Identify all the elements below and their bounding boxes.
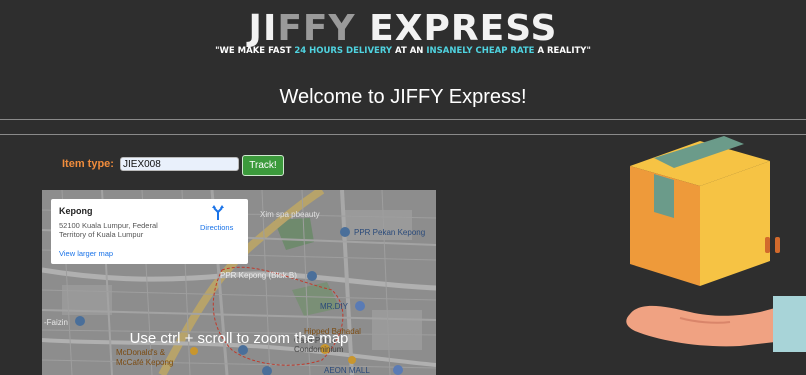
hand-icon <box>626 296 806 352</box>
directions-link[interactable]: Directions <box>200 223 233 232</box>
item-type-label: Item type: <box>62 158 114 170</box>
divider-bottom <box>0 134 806 135</box>
track-button[interactable]: Track! <box>242 155 284 176</box>
map-label-ppr-pekan: PPR Pekan Kepong <box>354 228 426 237</box>
page-title: Welcome to JIFFY Express! <box>279 86 527 108</box>
logo-part-3: EXPRESS <box>355 8 558 49</box>
package-box-icon <box>630 136 780 286</box>
view-larger-map-link[interactable]: View larger map <box>59 249 113 258</box>
divider-top <box>0 119 806 120</box>
place-address: 52100 Kuala Lumpur, Federal Territory of… <box>59 221 158 239</box>
brand-logo: JIFFY EXPRESS <box>0 8 806 49</box>
map-label-aeon: AEON MALL <box>324 366 370 375</box>
map-label-mcd-1: McDonald's & <box>116 348 166 357</box>
map-zoom-hint: Use ctrl + scroll to zoom the map <box>129 330 349 347</box>
place-name: Kepong <box>59 206 93 216</box>
logo-part-1: JI <box>248 8 278 49</box>
map-label-faizin: -Faizin <box>44 318 69 327</box>
map-info-card: Kepong 52100 Kuala Lumpur, Federal Terri… <box>51 199 248 264</box>
package-delivery-illustration <box>626 136 806 352</box>
logo-part-2: FFY <box>277 8 356 49</box>
tagline-part-1: "WE MAKE FAST <box>215 46 295 56</box>
map-label-spa: Xim spa pbeauty <box>260 210 320 219</box>
tagline-part-2: AT AN <box>392 46 427 56</box>
tagline-highlight-1: 24 HOURS DELIVERY <box>294 46 393 56</box>
tagline: "WE MAKE FAST 24 HOURS DELIVERY AT AN IN… <box>0 46 806 56</box>
map-label-ppr-blok: PPR Kepong (Blok B) <box>220 271 297 280</box>
map-label-mrdiy: MR.DIY <box>320 302 348 311</box>
tracking-number-input[interactable] <box>120 157 239 171</box>
directions-icon[interactable] <box>210 205 226 221</box>
tagline-highlight-2: INSANELY CHEAP RATE <box>426 46 535 56</box>
embedded-map[interactable]: Xim spa pbeauty PPR Pekan Kepong PPR Kep… <box>42 190 436 375</box>
map-label-mcd-2: McCafé Kepong <box>116 358 174 367</box>
tagline-part-3: A REALITY" <box>534 46 591 56</box>
